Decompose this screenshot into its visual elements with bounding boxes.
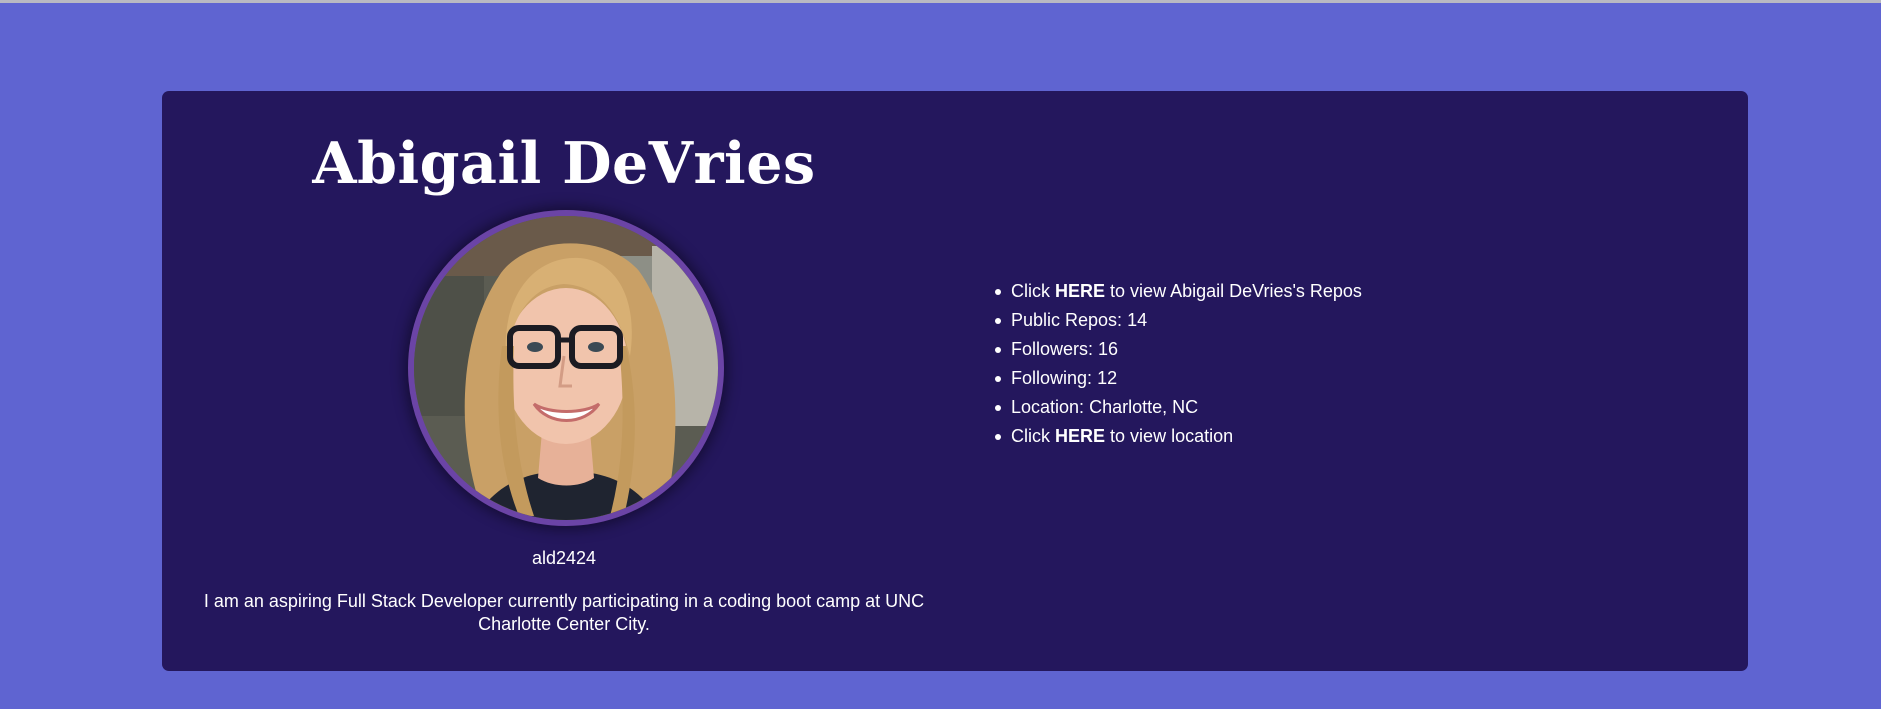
- bullet-icon: [995, 376, 1001, 382]
- profile-stats-list: Click HERE to view Abigail DeVries's Rep…: [995, 277, 1362, 451]
- followers-label: Followers:: [1011, 339, 1094, 359]
- profile-name: Abigail DeVries: [312, 130, 816, 197]
- public-repos-count: 14: [1127, 310, 1148, 330]
- bullet-icon: [995, 318, 1001, 324]
- location-link-suffix: to view location: [1110, 426, 1234, 446]
- list-item-following: Following: 12: [995, 364, 1362, 393]
- bullet-icon: [995, 347, 1001, 353]
- repos-link-prefix: Click: [1011, 281, 1050, 301]
- public-repos-label: Public Repos:: [1011, 310, 1123, 330]
- followers-count: 16: [1098, 339, 1119, 359]
- location-link-prefix: Click: [1011, 426, 1050, 446]
- profile-card: Abigail DeVries ald2424 I am an aspiring…: [162, 91, 1748, 671]
- location-here-link[interactable]: HERE: [1055, 426, 1105, 446]
- list-item-location: Location: Charlotte, NC: [995, 393, 1362, 422]
- bullet-icon: [995, 289, 1001, 295]
- repos-here-link[interactable]: HERE: [1055, 281, 1105, 301]
- location-label: Location:: [1011, 397, 1085, 417]
- list-item-followers: Followers: 16: [995, 335, 1362, 364]
- repos-link-suffix: to view Abigail DeVries's Repos: [1110, 281, 1362, 301]
- profile-summary: Abigail DeVries ald2424 I am an aspiring…: [162, 91, 966, 671]
- list-item-repos-link: Click HERE to view Abigail DeVries's Rep…: [995, 277, 1362, 306]
- following-count: 12: [1097, 368, 1118, 388]
- location-value: Charlotte, NC: [1089, 397, 1199, 417]
- bullet-icon: [995, 405, 1001, 411]
- avatar-portrait-image: [414, 216, 718, 520]
- profile-avatar: [408, 210, 724, 526]
- profile-username: ald2424: [531, 548, 597, 568]
- browser-top-edge: [0, 0, 1881, 3]
- list-item-public-repos: Public Repos: 14: [995, 306, 1362, 335]
- list-item-location-link: Click HERE to view location: [995, 422, 1362, 451]
- profile-bio: I am an aspiring Full Stack Developer cu…: [203, 591, 925, 634]
- following-label: Following:: [1011, 368, 1093, 388]
- bullet-icon: [995, 434, 1001, 440]
